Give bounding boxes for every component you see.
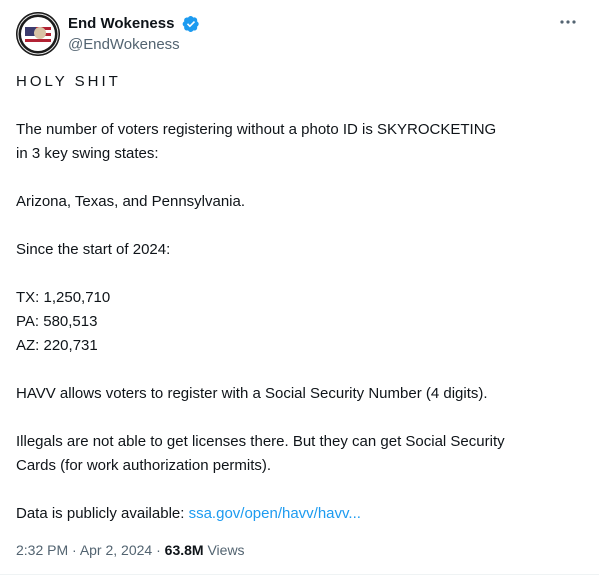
tweet-line: Cards (for work authorization permits).	[16, 457, 272, 474]
tweet-line-data-source: Data is publicly available: ssa.gov/open…	[16, 502, 583, 526]
avatar-logo-icon	[16, 12, 60, 56]
author-handle[interactable]: @EndWokeness	[68, 35, 200, 55]
tweet-text: HOLY SHIT The number of voters registeri…	[16, 70, 583, 526]
tweet-line: Illegals are not able to get licenses th…	[16, 433, 505, 450]
tweet-line: HOLY SHIT	[16, 73, 121, 90]
tweet-line: TX: 1,250,710	[16, 289, 111, 306]
ssa-link[interactable]: ssa.gov/open/havv/havv...	[189, 505, 361, 522]
tweet-line: in 3 key swing states:	[16, 145, 159, 162]
meta-separator: ·	[68, 542, 80, 558]
verified-badge-icon[interactable]	[182, 15, 200, 33]
author-display-name[interactable]: End Wokeness	[68, 14, 174, 34]
tweet-line: PA: 580,513	[16, 313, 98, 330]
tweet-time[interactable]: 2:32 PM	[16, 542, 68, 558]
views-count[interactable]: 63.8M	[165, 542, 204, 558]
tweet-header: End Wokeness @EndWokeness	[16, 12, 583, 56]
more-options-button[interactable]	[553, 12, 583, 36]
tweet-line: AZ: 220,731	[16, 337, 98, 354]
tweet-line: Since the start of 2024:	[16, 241, 171, 258]
views-label[interactable]: Views	[204, 542, 244, 558]
tweet-line: The number of voters registering without…	[16, 121, 497, 138]
more-dots-icon	[560, 20, 576, 24]
author-names: End Wokeness @EndWokeness	[68, 14, 200, 55]
meta-separator: ·	[152, 542, 165, 558]
avatar[interactable]	[16, 12, 60, 56]
tweet-line: HAVV allows voters to register with a So…	[16, 385, 488, 402]
tweet-date[interactable]: Apr 2, 2024	[80, 542, 152, 558]
tweet-line: Arizona, Texas, and Pennsylvania.	[16, 193, 246, 210]
data-source-prefix: Data is publicly available:	[16, 505, 189, 522]
tweet-meta: 2:32 PM · Apr 2, 2024 · 63.8M Views	[16, 540, 245, 560]
